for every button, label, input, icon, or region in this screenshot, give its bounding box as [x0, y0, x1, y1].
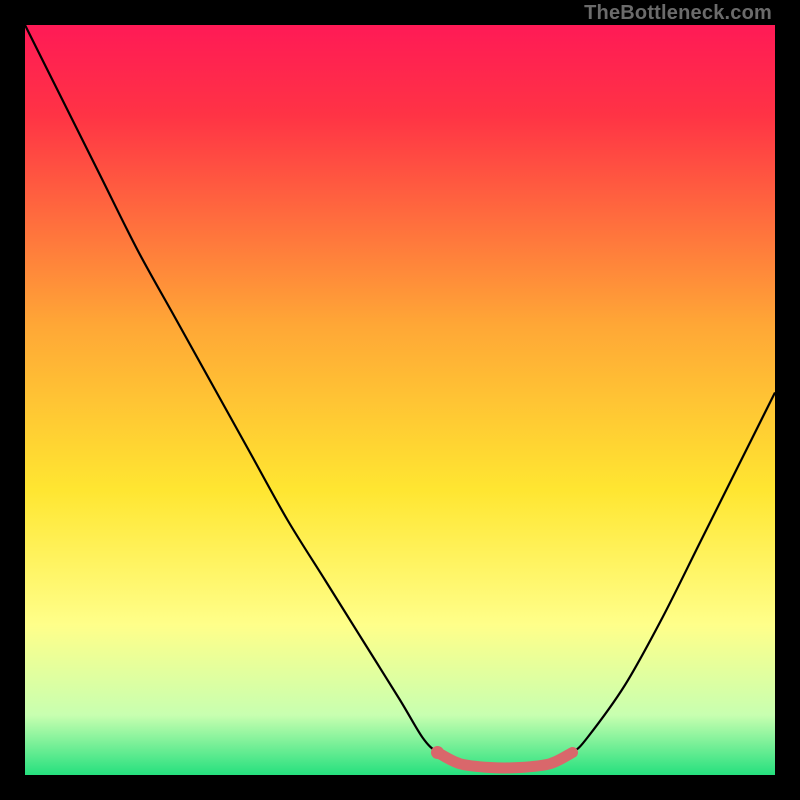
optimal-point-marker — [431, 746, 444, 759]
plot-gradient-area — [25, 25, 775, 775]
watermark-label: TheBottleneck.com — [584, 2, 772, 25]
bottleneck-curve — [25, 25, 775, 768]
chart-svg — [25, 25, 775, 775]
chart-frame: TheBottleneck.com — [0, 0, 800, 800]
optimal-range-highlight — [438, 753, 573, 768]
